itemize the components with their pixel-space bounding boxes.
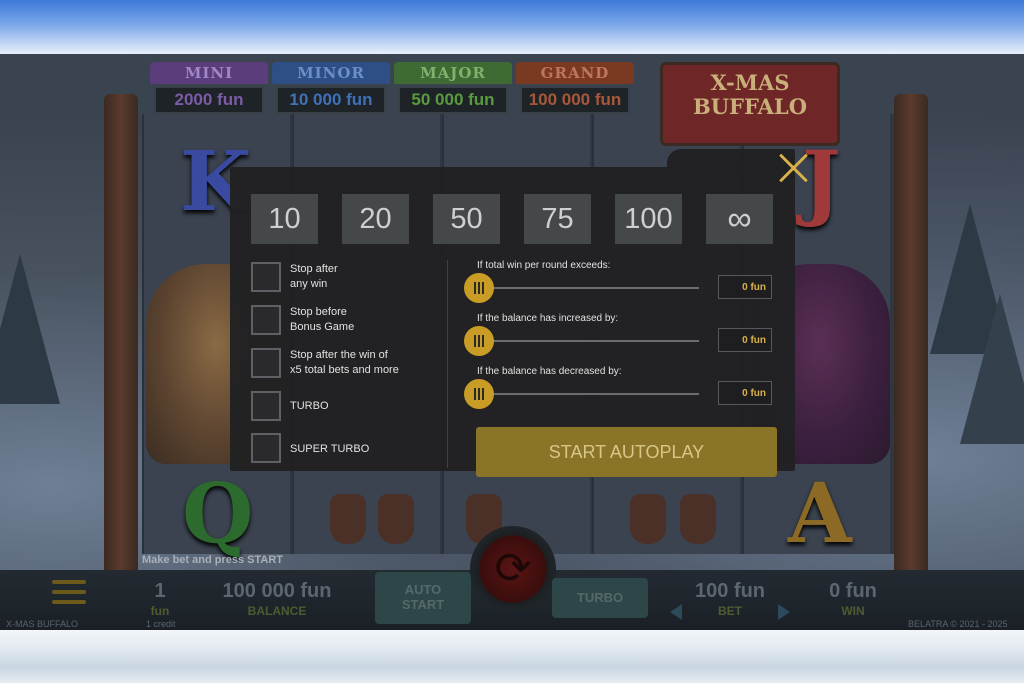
slider-title: If the balance has decreased by: <box>477 366 622 377</box>
slider-value-input[interactable] <box>718 275 772 299</box>
jackpot-value: 10 000 fun <box>276 86 386 114</box>
slider-balance-decreased: If the balance has decreased by: <box>463 366 773 410</box>
jackpot-value: 50 000 fun <box>398 86 508 114</box>
balance-value: 100 000 fun <box>222 580 332 602</box>
win-label: WIN <box>841 604 865 618</box>
logo-line: BUFFALO <box>692 94 807 119</box>
spin-count-50[interactable]: 50 <box>433 194 500 244</box>
symbol-q: Q <box>182 466 254 562</box>
slider-thumb[interactable] <box>464 379 494 409</box>
checkbox-label: Stop after the win of x5 total bets and … <box>290 349 399 376</box>
game-name: X-MAS BUFFALO <box>6 619 79 629</box>
checkbox-label: TURBO <box>290 400 329 412</box>
checkbox-label: Stop before Bonus Game <box>290 306 355 333</box>
balance-label: BALANCE <box>247 604 307 618</box>
buffalo-hoof <box>630 494 666 544</box>
lines-value: 1 <box>154 580 166 602</box>
spin-icon: ⟳ <box>494 544 532 593</box>
divider <box>447 260 448 468</box>
menu-icon <box>52 600 86 604</box>
bet-label: BET <box>718 604 742 618</box>
checkbox[interactable] <box>251 433 281 463</box>
menu-icon <box>52 580 86 584</box>
spin-count-20[interactable]: 20 <box>342 194 409 244</box>
slider-title: If the balance has increased by: <box>477 313 619 324</box>
buffalo-hoof <box>330 494 366 544</box>
spin-count-infinite[interactable]: ∞ <box>706 194 773 244</box>
checkbox[interactable] <box>251 348 281 378</box>
slider-thumb[interactable] <box>464 273 494 303</box>
checkbox[interactable] <box>251 391 281 421</box>
jackpot-name: MAJOR <box>394 62 512 84</box>
checkbox-label: SUPER TURBO <box>290 443 370 455</box>
symbol-a: A <box>788 466 852 562</box>
spin-button[interactable]: ⟳ <box>470 526 556 612</box>
game-logo: X-MAS BUFFALO <box>660 62 840 146</box>
jackpot-minor: MINOR 10 000 fun <box>272 62 390 118</box>
slider-value-input[interactable] <box>718 381 772 405</box>
jackpot-major: MAJOR 50 000 fun <box>394 62 512 118</box>
jackpot-grand: GRAND 100 000 fun <box>516 62 634 118</box>
buffalo-hoof <box>680 494 716 544</box>
jackpot-value: 100 000 fun <box>520 86 630 114</box>
wooden-pillar-right <box>894 94 928 594</box>
copyright: BELATRA © 2021 - 2025 <box>908 619 1008 629</box>
auto-start-label: START <box>401 597 445 612</box>
jackpot-name: MINI <box>150 62 268 84</box>
dialog-tab <box>667 149 795 169</box>
slider-win-exceeds: If total win per round exceeds: <box>463 260 773 304</box>
background-snow <box>0 630 1024 683</box>
hint-text: Make bet and press START <box>142 554 283 566</box>
spin-count-10[interactable]: 10 <box>251 194 318 244</box>
wooden-pillar-left <box>104 94 138 594</box>
tree-decoration <box>0 254 60 404</box>
menu-icon <box>52 590 86 594</box>
slider-thumb[interactable] <box>464 326 494 356</box>
win-value: 0 fun <box>829 580 877 602</box>
credit-text: 1 credit <box>146 619 176 629</box>
checkbox[interactable] <box>251 262 281 292</box>
checkbox[interactable] <box>251 305 281 335</box>
jackpot-mini: MINI 2000 fun <box>150 62 268 118</box>
turbo-button[interactable]: TURBO <box>552 578 648 618</box>
spin-count-75[interactable]: 75 <box>524 194 591 244</box>
slider-balance-increased: If the balance has increased by: <box>463 313 773 357</box>
background-sky <box>0 0 1024 54</box>
bet-decrease-icon[interactable] <box>670 604 682 620</box>
logo-line: X-MAS <box>710 70 790 95</box>
jackpot-name: GRAND <box>516 62 634 84</box>
menu-button[interactable] <box>52 580 86 608</box>
bet-increase-icon[interactable] <box>778 604 790 620</box>
spin-count-100[interactable]: 100 <box>615 194 682 244</box>
checkbox-label: Stop after any win <box>290 263 338 290</box>
jackpot-name: MINOR <box>272 62 390 84</box>
buffalo-hoof <box>378 494 414 544</box>
start-autoplay-button[interactable]: START AUTOPLAY <box>476 427 777 477</box>
bet-value: 100 fun <box>694 580 766 602</box>
slider-track[interactable] <box>477 393 699 395</box>
jackpot-value: 2000 fun <box>154 86 264 114</box>
bottom-bar: 1 fun 1 credit 100 000 fun BALANCE AUTO … <box>0 526 1024 630</box>
lines-label: fun <box>150 604 170 618</box>
auto-start-label: AUTO <box>404 582 442 597</box>
slider-track[interactable] <box>477 340 699 342</box>
autoplay-dialog: 10 20 50 75 100 ∞ Stop after any win Sto… <box>230 149 795 477</box>
slider-title: If total win per round exceeds: <box>477 260 611 271</box>
slider-value-input[interactable] <box>718 328 772 352</box>
game-area: K J Q A MINI 2000 fun MINOR 10 000 fun M… <box>0 54 1024 630</box>
tree-decoration <box>960 294 1024 444</box>
close-button[interactable] <box>778 153 808 183</box>
slider-track[interactable] <box>477 287 699 289</box>
auto-start-button[interactable]: AUTO START <box>375 572 471 624</box>
